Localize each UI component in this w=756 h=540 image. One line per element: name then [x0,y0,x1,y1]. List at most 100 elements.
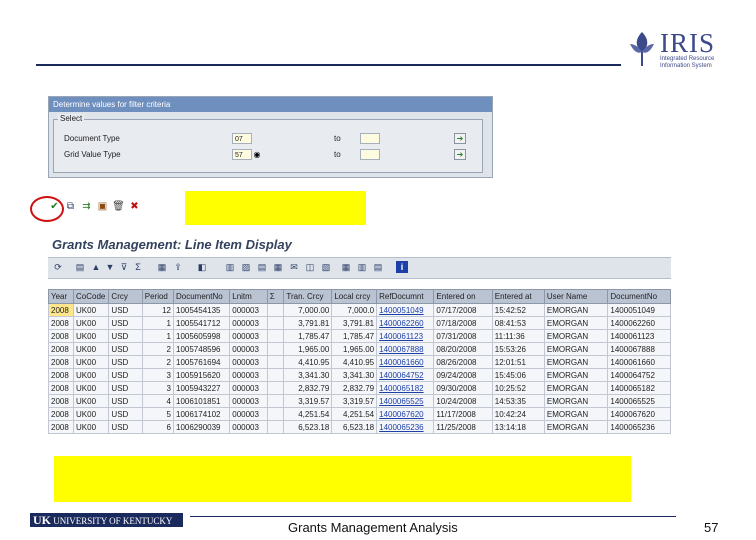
uk-logo-text: UNIVERSITY OF KENTUCKY [53,516,173,526]
table-cell: 08/20/2008 [433,342,493,356]
logo-subtitle: Integrated Resource Information System [660,56,715,69]
table-cell[interactable]: 1400067620 [376,407,435,421]
document-type-field[interactable]: 07 [232,133,252,144]
chart-icon[interactable]: ▨ [240,261,252,273]
iris-flower-icon [630,32,654,66]
print-preview-icon[interactable]: ▦ [156,261,168,273]
multiple-selection-button-2[interactable]: ➔ [454,149,466,160]
column-header[interactable]: DocumentNo [607,289,671,304]
graphic-icon[interactable]: ◫ [304,261,316,273]
column-header[interactable]: Crcy [108,289,143,304]
table-cell: 10:25:52 [491,381,545,395]
table-cell: 1006174102 [172,407,231,421]
column-header[interactable]: Entered on [433,289,493,304]
column-header[interactable]: Local crcy [331,289,378,304]
search-help-icon[interactable]: ◉ [252,149,262,160]
layout-icon[interactable]: ◧ [196,261,208,273]
table-cell[interactable]: 1400062260 [376,316,435,330]
save-layout-icon[interactable]: ▤ [372,261,384,273]
table-row[interactable]: 2008 UK00 USD 2 1005761694 000003 4,410.95 4,41… [48,355,671,369]
table-row[interactable]: 2008 UK00 USD 5 1006174102 000003 4,251.54 4,25… [48,407,671,421]
table-cell: 1006101851 [172,394,231,408]
table-cell: 5 [141,407,175,421]
table-cell: 1,965.00 [331,342,378,356]
column-header[interactable]: Period [141,289,175,304]
save-variant-icon[interactable]: ▣ [96,200,109,214]
table-cell [266,420,285,434]
export-icon[interactable]: ⇪ [172,261,184,273]
choose-layout-icon[interactable]: ▦ [340,261,352,273]
table-cell: 000003 [229,407,268,421]
table-row[interactable]: 2008 UK00 USD 3 1005915620 000003 3,341.30 3,34… [48,368,671,382]
table-cell: USD [108,355,143,369]
column-header[interactable]: CoCode [72,289,110,304]
table-cell: UK00 [72,342,110,356]
grid-value-type-field[interactable]: 57 [232,149,252,160]
table-row[interactable]: 2008 UK00 USD 12 1005454135 000003 7,000.00 7,0… [48,303,671,317]
column-header[interactable]: Year [48,289,74,304]
table-cell[interactable]: 1400065525 [376,394,435,408]
table-cell: 3 [141,381,175,395]
table-row[interactable]: 2008 UK00 USD 3 1005943227 000003 2,832.79 2,83… [48,381,671,395]
dialog-toolbar: ✔ ⧉ ⇉ ▣ 🗑 ✖ [48,200,158,218]
filter-dialog: Determine values for filter criteria Sel… [48,96,493,178]
table-cell[interactable]: 1400061660 [376,355,435,369]
table-cell: EMORGAN [543,329,609,343]
table-cell[interactable]: 1400065182 [376,381,435,395]
table-cell: EMORGAN [543,420,609,434]
table-cell[interactable]: 1400064752 [376,368,435,382]
table-cell: 2008 [48,355,74,369]
table-cell: EMORGAN [543,368,609,382]
table-row[interactable]: 2008 UK00 USD 6 1006290039 000003 6,523.18 6,52… [48,420,671,434]
word-icon[interactable]: ▤ [256,261,268,273]
table-row[interactable]: 2008 UK00 USD 1 1005605998 000003 1,785.47 1,78… [48,329,671,343]
sort-descending-icon[interactable]: ▼ [104,261,116,273]
table-cell: 1,785.47 [331,329,378,343]
filter-icon[interactable]: ⊽ [118,261,130,273]
table-cell: UK00 [72,316,110,330]
table-cell[interactable]: 1400051049 [376,303,435,317]
table-row[interactable]: 2008 UK00 USD 2 1005748596 000003 1,965.00 1,96… [48,342,671,356]
column-header[interactable]: Tran. Crcy [283,289,333,304]
grid-value-type-to-field[interactable] [360,149,380,160]
table-cell: 3,791.81 [283,316,333,330]
execute-check-icon[interactable]: ✔ [48,200,61,214]
column-header[interactable]: Σ [266,289,285,304]
multiple-selection-button[interactable]: ➔ [454,133,466,144]
delete-icon[interactable]: 🗑 [112,200,125,214]
table-cell: 08/26/2008 [433,355,493,369]
table-cell: 1005761694 [172,355,231,369]
table-cell: USD [108,303,143,317]
multiple-selection-icon[interactable]: ⇉ [80,200,93,214]
copy-icon[interactable]: ⧉ [64,200,77,214]
table-cell[interactable]: 1400065236 [376,420,435,434]
table-cell: 1006290039 [172,420,231,434]
document-type-label: Document Type [64,134,120,143]
sum-icon[interactable]: Σ [132,261,144,273]
excel-icon[interactable]: ▦ [272,261,284,273]
table-cell: 1 [141,329,175,343]
table-row[interactable]: 2008 UK00 USD 1 1005541712 000003 3,791.81 3,79… [48,316,671,330]
table-cell[interactable]: 1400061123 [376,329,435,343]
column-header[interactable]: User Name [543,289,609,304]
mail-icon[interactable]: ✉ [288,261,300,273]
column-header[interactable]: Entered at [491,289,545,304]
details-icon[interactable]: ▤ [74,261,86,273]
logo-text: IRIS [660,28,716,58]
document-type-to-field[interactable] [360,133,380,144]
table-cell[interactable]: 1400067888 [376,342,435,356]
table-cell: 07/18/2008 [433,316,493,330]
cancel-icon[interactable]: ✖ [128,200,141,214]
refresh-icon[interactable]: ⟳ [52,261,64,273]
column-header[interactable]: RefDocumnt [376,289,435,304]
sort-ascending-icon[interactable]: ▲ [90,261,102,273]
calendar-icon[interactable]: ▥ [224,261,236,273]
change-layout-icon[interactable]: ▥ [356,261,368,273]
column-header[interactable]: DocumentNo [172,289,231,304]
abc-analysis-icon[interactable]: ▧ [320,261,332,273]
table-cell [266,381,285,395]
table-row[interactable]: 2008 UK00 USD 4 1006101851 000003 3,319.57 3,31… [48,394,671,408]
table-cell: UK00 [72,329,110,343]
column-header[interactable]: Lnitm [229,289,268,304]
info-icon[interactable]: i [396,261,408,273]
